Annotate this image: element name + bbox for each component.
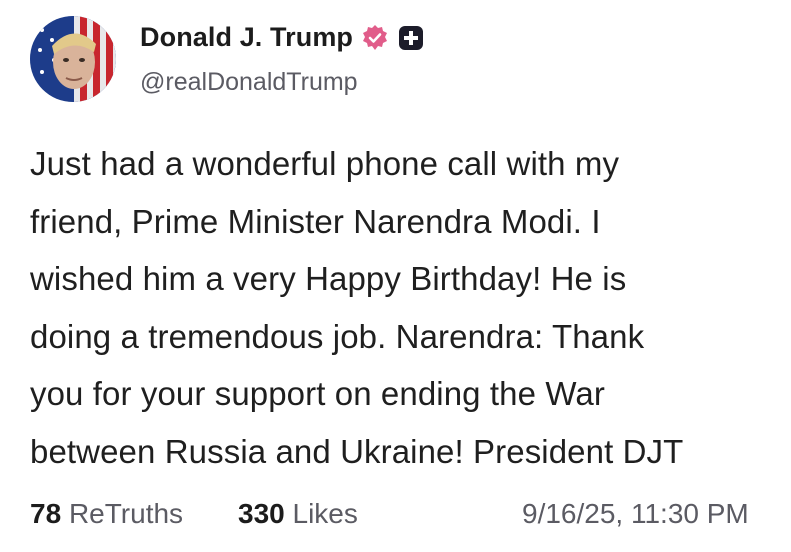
retruths-stat[interactable]: 78 ReTruths [30,498,183,530]
verified-badge-icon [361,24,389,52]
post-card: Donald J. Trump @realDonaldTrump Just ha… [0,0,791,552]
post-body-line: friend, Prime Minister Narendra Modi. I [30,202,601,240]
post-header: Donald J. Trump @realDonaldTrump [30,16,770,106]
post-body: Just had a wonderful phone call with my … [30,135,785,480]
likes-stat[interactable]: 330 Likes [238,498,358,530]
post-body-line: wished him a very Happy Birthday! He is [30,260,627,297]
avatar-image [30,16,116,102]
post-body-line: you for your support on ending the War [30,375,605,412]
retruths-label: ReTruths [68,498,184,529]
author-name-row: Donald J. Trump [140,22,424,53]
post-body-line: Just had a wonderful phone call with my [30,145,620,182]
author-handle[interactable]: @realDonaldTrump [140,68,358,97]
plus-badge-icon [399,25,424,50]
retruths-count: 78 [30,498,62,529]
post-footer: 78 ReTruths 330 Likes 9/16/25, 11:30 PM [30,498,791,538]
likes-label: Likes [292,498,358,529]
author-avatar[interactable] [30,16,116,102]
post-timestamp[interactable]: 9/16/25, 11:30 PM [522,498,749,530]
post-body-line: between Russia and Ukraine! President DJ… [30,432,684,470]
author-display-name[interactable]: Donald J. Trump [140,22,353,53]
likes-count: 330 [238,498,285,529]
post-body-line: doing a tremendous job. Narendra: Thank [30,317,645,355]
